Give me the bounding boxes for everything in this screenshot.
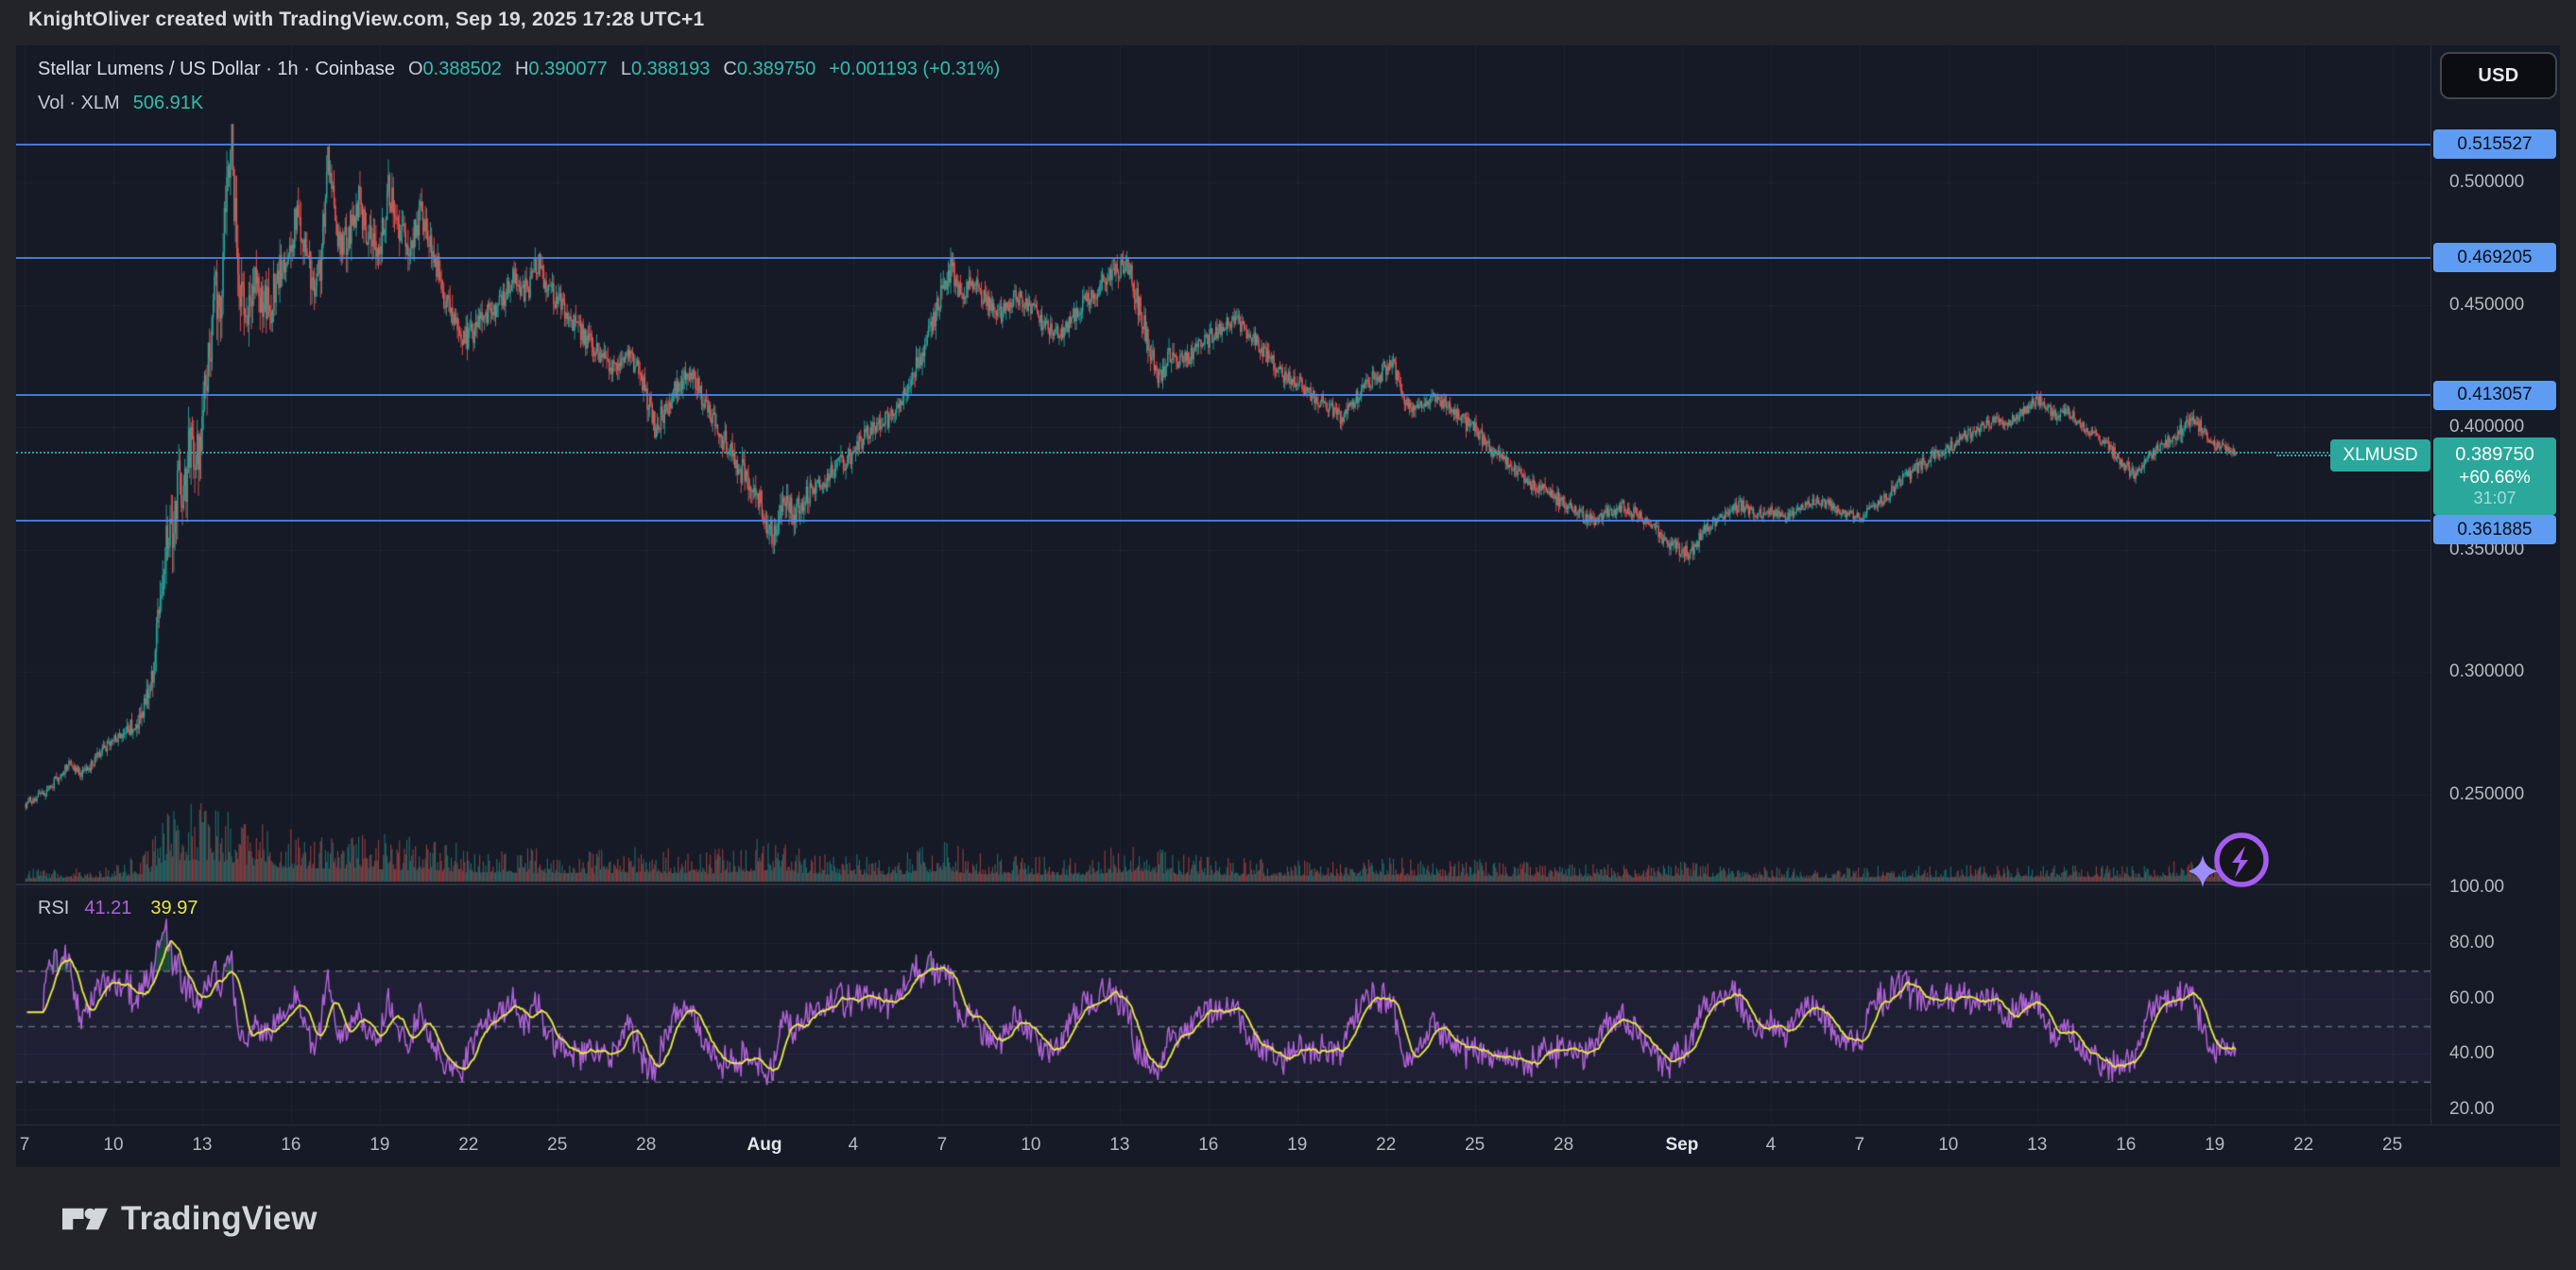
ohlc-key: H (515, 59, 528, 79)
time-tick-label: 28 (636, 1135, 656, 1156)
time-tick-month-label: Sep (1665, 1135, 1698, 1156)
change-value: +0.001193 (+0.31%) (829, 59, 1000, 79)
level-price-label: 0.469205 (2433, 243, 2556, 272)
time-tick-label: 4 (1766, 1135, 1777, 1156)
support-resistance-line[interactable] (16, 394, 2430, 396)
level-price-label: 0.515527 (2433, 129, 2556, 159)
symbol-price-tag[interactable]: XLMUSD (2330, 439, 2430, 472)
last-price-value: 0.389750 (2455, 443, 2533, 466)
last-price-label[interactable]: 0.389750 +60.66% 31:07 (2433, 438, 2556, 515)
time-tick-label: 25 (1465, 1135, 1485, 1156)
ohlc-value: 0.388193 (631, 59, 710, 79)
tradingview-snapshot: { "attribution": "KnightOliver created w… (0, 0, 2576, 1270)
support-resistance-line[interactable] (16, 520, 2430, 522)
time-tick-label: 25 (2382, 1135, 2402, 1156)
ohlc-key: L (621, 59, 631, 79)
flash-boost-badge[interactable] (2190, 820, 2293, 915)
time-tick-label: 25 (547, 1135, 567, 1156)
rsi-tick-label: 40.00 (2449, 1043, 2495, 1064)
price-tick-label: 0.400000 (2449, 417, 2524, 438)
price-tick-label: 0.300000 (2449, 661, 2524, 682)
time-tick-label: 7 (937, 1135, 948, 1156)
level-price-label: 0.413057 (2433, 381, 2556, 410)
level-price-label: 0.361885 (2433, 515, 2556, 544)
time-tick-label: 10 (103, 1135, 123, 1156)
ohlc-values: O0.388502 H0.390077 L0.388193 C0.389750 (408, 59, 829, 79)
time-tick-label: 16 (281, 1135, 301, 1156)
time-tick-label: 16 (2116, 1135, 2136, 1156)
rsi-legend[interactable]: RSI 41.21 39.97 (38, 898, 197, 919)
time-tick-label: 13 (1109, 1135, 1129, 1156)
rsi-tick-label: 100.00 (2449, 877, 2504, 898)
symbol-tag-leader-line (2276, 455, 2330, 456)
price-tick-label: 0.500000 (2449, 172, 2524, 193)
rsi-tick-label: 80.00 (2449, 933, 2495, 953)
chart-canvas[interactable] (16, 45, 2430, 1124)
rsi-label: RSI (38, 898, 69, 918)
time-tick-label: 7 (1855, 1135, 1865, 1156)
time-tick-label: 7 (20, 1135, 30, 1156)
time-tick-label: 13 (2027, 1135, 2047, 1156)
attribution-text: KnightOliver created with TradingView.co… (28, 9, 704, 31)
time-tick-label: 19 (2205, 1135, 2224, 1156)
support-resistance-line[interactable] (16, 144, 2430, 146)
pane-separator[interactable] (16, 884, 2560, 885)
time-tick-month-label: Aug (747, 1135, 782, 1156)
rsi-tick-label: 20.00 (2449, 1099, 2495, 1120)
rsi-tick-label: 60.00 (2449, 988, 2495, 1009)
currency-toggle-button[interactable]: USD (2440, 52, 2557, 99)
ohlc-key: O (408, 59, 423, 79)
price-tick-label: 0.250000 (2449, 784, 2524, 805)
time-tick-label: 13 (192, 1135, 212, 1156)
ohlc-value: 0.388502 (423, 59, 502, 79)
tradingview-logo-icon (62, 1205, 108, 1233)
price-axis[interactable]: USD 0.5000000.4500000.4000000.3500000.30… (2430, 45, 2560, 1124)
volume-legend[interactable]: Vol · XLM 506.91K (38, 93, 203, 114)
volume-value: 506.91K (133, 93, 204, 113)
ohlc-value: 0.389750 (737, 59, 816, 79)
current-price-line (16, 452, 2430, 454)
ohlc-key: C (723, 59, 736, 79)
tradingview-logo-text: TradingView (121, 1200, 318, 1238)
price-tick-label: 0.450000 (2449, 295, 2524, 316)
rsi-ma-value: 39.97 (150, 898, 197, 918)
volume-label: Vol · XLM (38, 93, 120, 113)
time-tick-label: 19 (369, 1135, 389, 1156)
last-price-change-pct: +60.66% (2459, 467, 2531, 489)
time-tick-label: 19 (1287, 1135, 1307, 1156)
time-tick-label: 10 (1021, 1135, 1040, 1156)
time-tick-label: 22 (458, 1135, 478, 1156)
time-tick-label: 22 (1376, 1135, 1396, 1156)
time-axis[interactable]: 7 10 13 16 19 22 25 28 Aug 4 7 10 13 16 19 22 25 28 Sep 4 7 1… (16, 1124, 2560, 1167)
support-resistance-line[interactable] (16, 257, 2430, 259)
time-tick-label: 10 (1938, 1135, 1958, 1156)
time-tick-label: 16 (1198, 1135, 1218, 1156)
time-tick-label: 28 (1554, 1135, 1573, 1156)
symbol-title[interactable]: Stellar Lumens / US Dollar · 1h · Coinba… (38, 59, 395, 79)
ohlc-value: 0.390077 (528, 59, 607, 79)
tradingview-footer-logo[interactable]: TradingView (62, 1200, 318, 1238)
time-tick-label: 4 (849, 1135, 859, 1156)
chart-frame: Stellar Lumens / US Dollar · 1h · Coinba… (16, 45, 2560, 1167)
symbol-legend[interactable]: Stellar Lumens / US Dollar · 1h · Coinba… (38, 59, 1000, 80)
bar-countdown: 31:07 (2473, 489, 2516, 509)
time-tick-label: 22 (2293, 1135, 2313, 1156)
rsi-value: 41.21 (84, 898, 131, 918)
